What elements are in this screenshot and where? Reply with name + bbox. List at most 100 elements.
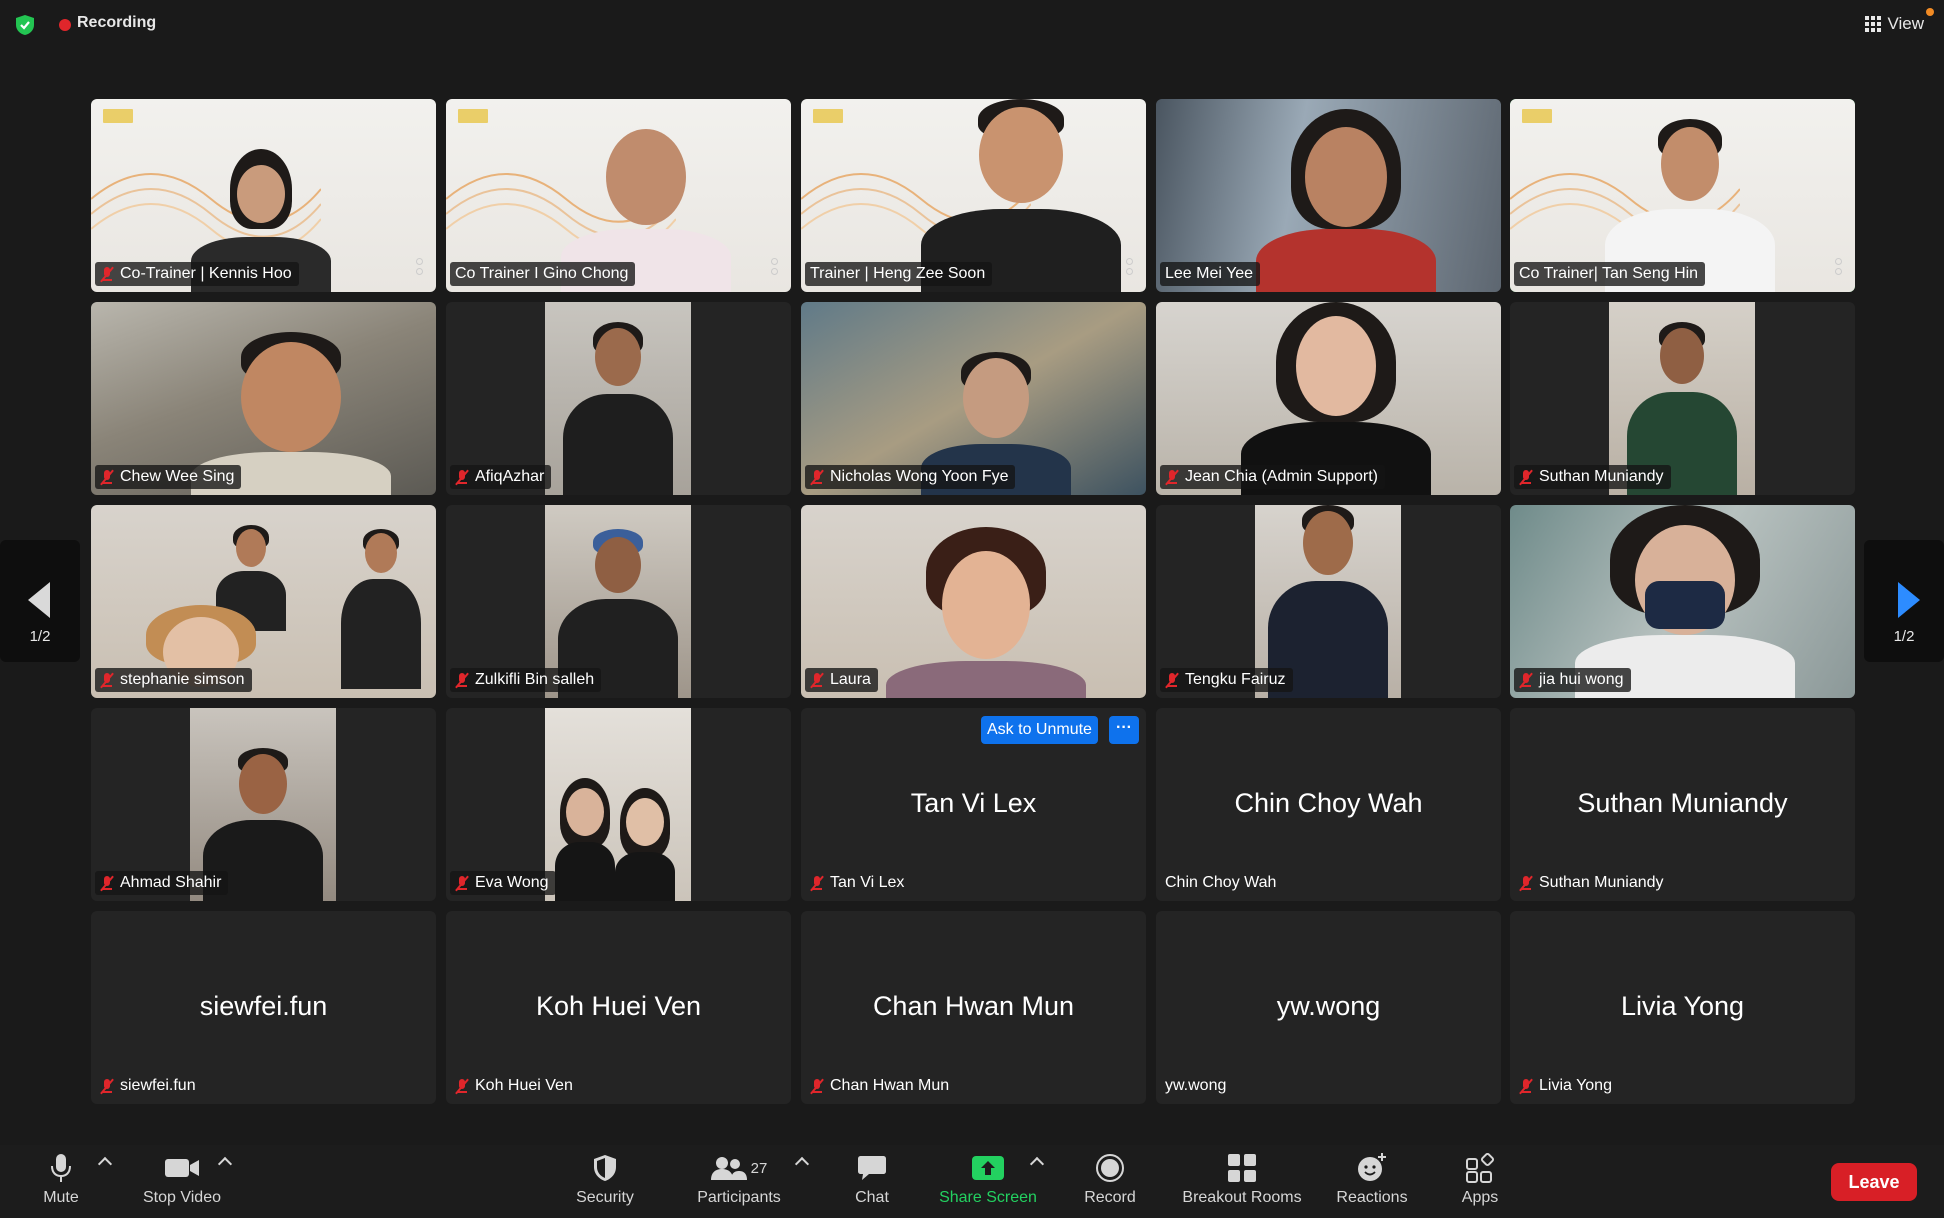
security-label: Security — [576, 1189, 634, 1206]
participant-tile[interactable]: Suthan Muniandy — [1510, 302, 1855, 495]
ask-to-unmute-button[interactable]: Ask to Unmute — [981, 716, 1098, 744]
stop-video-button[interactable]: Stop Video — [132, 1151, 232, 1213]
participants-icon — [710, 1157, 747, 1180]
participant-name: Nicholas Wong Yoon Fye — [830, 468, 1009, 485]
security-shield-icon[interactable] — [14, 14, 36, 36]
muted-mic-icon — [455, 875, 470, 892]
next-page-button[interactable]: 1/2 — [1864, 540, 1944, 662]
participant-tile[interactable]: stephanie simson — [91, 505, 436, 698]
tile-options-icon[interactable] — [1126, 258, 1133, 278]
video-camera-icon — [165, 1159, 199, 1177]
company-logo — [813, 109, 843, 123]
participant-tile[interactable]: Trainer | Heng Zee Soon — [801, 99, 1146, 292]
participant-name-tag: Laura — [805, 668, 878, 692]
audio-options-chevron-icon[interactable] — [97, 1156, 113, 1172]
participant-name: Koh Huei Ven — [475, 1077, 573, 1094]
participant-tile[interactable]: Ahmad Shahir — [91, 708, 436, 901]
participant-name: Tengku Fairuz — [1185, 671, 1286, 688]
participant-tile[interactable]: Chan Hwan Mun Chan Hwan Mun — [801, 911, 1146, 1104]
participant-tile[interactable]: jia hui wong — [1510, 505, 1855, 698]
participants-button[interactable]: 27 Participants — [684, 1151, 794, 1213]
company-logo — [1522, 109, 1552, 123]
participant-tile[interactable]: Laura — [801, 505, 1146, 698]
reactions-label: Reactions — [1336, 1189, 1408, 1206]
participant-tile[interactable]: Co-Trainer | Kennis Hoo — [91, 99, 436, 292]
participant-name: Jean Chia (Admin Support) — [1185, 468, 1378, 485]
grid-view-icon — [1865, 16, 1882, 32]
participant-name: Livia Yong — [1539, 1077, 1612, 1094]
participant-tile[interactable]: Chew Wee Sing — [91, 302, 436, 495]
participants-options-chevron-icon[interactable] — [794, 1156, 810, 1172]
participant-tile[interactable]: Zulkifli Bin salleh — [446, 505, 791, 698]
participant-name-tag: Eva Wong — [450, 871, 556, 895]
security-shield-icon — [594, 1155, 616, 1181]
security-button[interactable]: Security — [564, 1151, 646, 1213]
leave-meeting-button[interactable]: Leave — [1831, 1163, 1917, 1201]
chat-label: Chat — [855, 1189, 889, 1206]
participant-name: Co Trainer| Tan Seng Hin — [1519, 265, 1699, 282]
participant-name: Suthan Muniandy — [1539, 468, 1664, 485]
participant-name-tag: stephanie simson — [95, 668, 252, 692]
mute-label: Mute — [43, 1189, 79, 1206]
meeting-top-bar: Recording View — [0, 0, 1944, 50]
more-options-button[interactable]: ··· — [1109, 716, 1139, 744]
participant-display-name: Koh Huei Ven — [535, 991, 702, 1021]
participant-display-name: Suthan Muniandy — [1577, 788, 1788, 818]
record-label: Record — [1084, 1189, 1136, 1206]
participants-label: Participants — [697, 1189, 781, 1206]
participant-name: Chew Wee Sing — [120, 468, 235, 485]
participant-tile[interactable]: Tengku Fairuz — [1156, 505, 1501, 698]
participant-name-tag: Lee Mei Yee — [1160, 262, 1261, 286]
recording-indicator-icon — [59, 19, 71, 31]
participant-name-tag: Tengku Fairuz — [1160, 668, 1293, 692]
apps-button[interactable]: Apps — [1448, 1151, 1512, 1213]
muted-mic-icon — [455, 469, 470, 486]
reactions-button[interactable]: Reactions — [1326, 1151, 1418, 1213]
participant-display-name: Chin Choy Wah — [1234, 788, 1423, 818]
tile-options-icon[interactable] — [771, 258, 778, 278]
participant-tile[interactable]: Nicholas Wong Yoon Fye — [801, 302, 1146, 495]
participant-tile[interactable]: Suthan Muniandy Suthan Muniandy — [1510, 708, 1855, 901]
participant-tile[interactable]: siewfei.fun siewfei.fun — [91, 911, 436, 1104]
participant-name: Laura — [830, 671, 871, 688]
participant-tile[interactable]: AfiqAzhar — [446, 302, 791, 495]
participant-tile[interactable]: yw.wong yw.wong — [1156, 911, 1501, 1104]
participant-display-name: yw.wong — [1276, 991, 1381, 1021]
muted-mic-icon — [1519, 1078, 1534, 1095]
participant-name-tag: AfiqAzhar — [450, 465, 552, 489]
chat-button[interactable]: Chat — [840, 1151, 904, 1213]
apps-label: Apps — [1461, 1189, 1499, 1206]
gallery-view: Co-Trainer | Kennis Hoo Co Trainer I Gin… — [91, 99, 1855, 1104]
previous-page-button[interactable]: 1/2 — [0, 540, 80, 662]
participant-name: siewfei.fun — [120, 1077, 196, 1094]
participant-name-tag: Tan Vi Lex — [805, 871, 911, 895]
participant-name: jia hui wong — [1539, 671, 1624, 688]
participant-tile[interactable]: Tan Vi Lex Ask to Unmute ··· Tan Vi Lex — [801, 708, 1146, 901]
participant-tile[interactable]: Chin Choy Wah Chin Choy Wah — [1156, 708, 1501, 901]
participant-tile[interactable]: Eva Wong — [446, 708, 791, 901]
tile-options-icon[interactable] — [1835, 258, 1842, 278]
participant-tile[interactable]: Jean Chia (Admin Support) — [1156, 302, 1501, 495]
participant-name-tag: Suthan Muniandy — [1514, 871, 1671, 895]
muted-mic-icon — [1519, 875, 1534, 892]
view-button[interactable]: View — [1865, 14, 1924, 34]
participant-tile[interactable]: Co Trainer I Gino Chong — [446, 99, 791, 292]
participant-tile-active-speaker[interactable]: Co Trainer| Tan Seng Hin — [1510, 99, 1855, 292]
participant-name: Ahmad Shahir — [120, 874, 222, 891]
participant-tile[interactable]: Livia Yong Livia Yong — [1510, 911, 1855, 1104]
breakout-rooms-button[interactable]: Breakout Rooms — [1172, 1151, 1312, 1213]
tile-options-icon[interactable] — [416, 258, 423, 278]
record-icon — [1096, 1154, 1124, 1182]
participant-name: Trainer | Heng Zee Soon — [810, 265, 986, 282]
participant-tile[interactable]: Koh Huei Ven Koh Huei Ven — [446, 911, 791, 1104]
record-button[interactable]: Record — [1078, 1151, 1142, 1213]
participant-name-tag: Chan Hwan Mun — [805, 1074, 956, 1098]
participant-tile[interactable]: Lee Mei Yee — [1156, 99, 1501, 292]
share-screen-button[interactable]: Share Screen — [932, 1151, 1044, 1213]
breakout-rooms-icon — [1228, 1154, 1256, 1182]
muted-mic-icon — [100, 875, 115, 892]
mute-button[interactable]: Mute — [24, 1151, 98, 1213]
company-logo — [103, 109, 133, 123]
participant-name-tag: Chew Wee Sing — [95, 465, 242, 489]
muted-mic-icon — [100, 266, 115, 283]
